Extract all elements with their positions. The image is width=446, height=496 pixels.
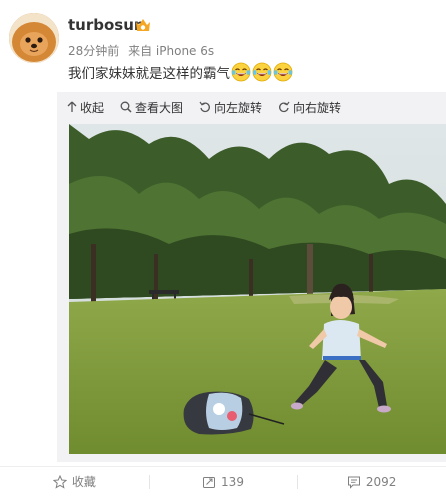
laughing-tears-emoji-icon: [273, 62, 293, 82]
repost-button[interactable]: 139: [148, 467, 298, 496]
avatar[interactable]: [9, 13, 59, 63]
laughing-tears-emoji-icon: [231, 62, 251, 82]
rotate-left-icon: [199, 101, 210, 113]
rotate-right-label: 向右旋转: [293, 100, 342, 115]
comment-icon: [347, 476, 360, 489]
post-source[interactable]: 来自 iPhone 6s: [128, 44, 214, 58]
view-large-label: 查看大图: [135, 100, 184, 115]
magnifier-icon: [120, 101, 132, 113]
comment-button[interactable]: 2092: [297, 467, 446, 496]
arrow-up-icon: [67, 101, 77, 112]
rotate-right-icon: [279, 101, 290, 113]
collapse-label: 收起: [80, 100, 105, 115]
star-icon: [52, 474, 67, 489]
view-large-button[interactable]: 查看大图: [120, 99, 183, 116]
laughing-tears-emoji-icon: [252, 62, 272, 82]
post-text-row: 我们家妹妹就是这样的霸气: [68, 62, 293, 82]
repost-count: 139: [221, 474, 244, 489]
photo-toolbar: 收起 查看大图 向左旋转 向右旋转: [57, 92, 446, 122]
post-time[interactable]: 28分钟前: [68, 44, 119, 58]
post-photo[interactable]: [69, 124, 446, 454]
pomeranian-avatar-image: [9, 13, 59, 63]
repost-icon: [203, 476, 216, 488]
favorite-button[interactable]: 收藏: [0, 467, 149, 496]
post-action-bar: 收藏 139 2092: [0, 466, 446, 496]
rotate-right-button[interactable]: 向右旋转: [278, 99, 341, 116]
expanded-photo-panel: 收起 查看大图 向左旋转 向右旋转: [57, 92, 446, 462]
collapse-button[interactable]: 收起: [67, 99, 104, 116]
vip-crown-icon[interactable]: [134, 17, 152, 33]
favorite-label: 收藏: [71, 475, 96, 489]
rotate-left-label: 向左旋转: [214, 100, 263, 115]
post-text: 我们家妹妹就是这样的霸气: [68, 66, 230, 82]
comment-count: 2092: [365, 474, 397, 489]
rotate-left-button[interactable]: 向左旋转: [199, 99, 262, 116]
post-meta: 28分钟前 来自 iPhone 6s: [68, 42, 219, 59]
